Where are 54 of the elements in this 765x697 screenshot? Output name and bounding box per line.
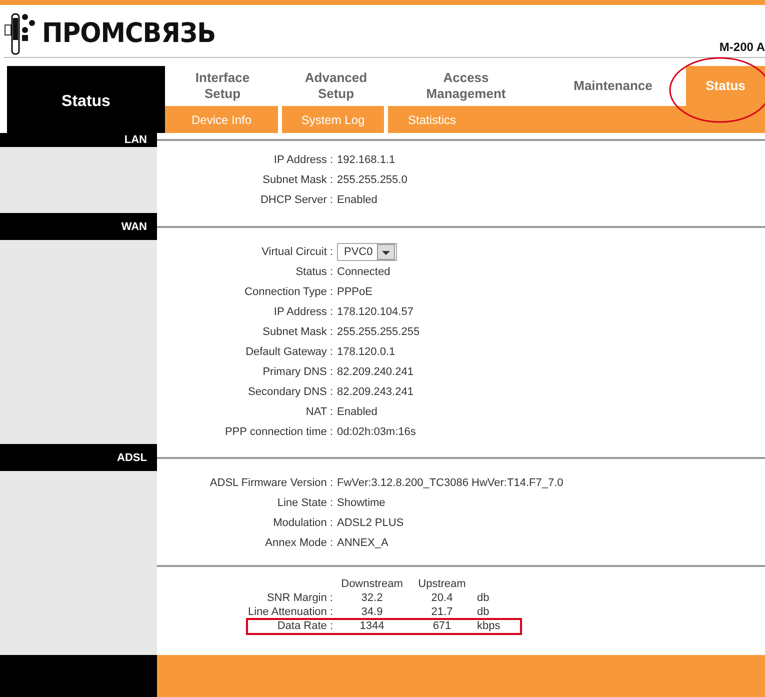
stat-value: 34.9 <box>360 605 384 619</box>
stat-value: 1344 <box>358 619 386 633</box>
field-value: ADSL2 PLUS <box>337 517 404 529</box>
field-label: Primary DNS : <box>262 366 333 378</box>
field-label: Subnet Mask : <box>262 174 333 186</box>
field-label: PPP connection time : <box>224 426 333 438</box>
logo-text: ПРОМСВЯЗЬ <box>42 18 216 48</box>
field-value: Enabled <box>337 194 378 206</box>
stat-value: 21.7 <box>430 605 454 619</box>
field-label: Subnet Mask : <box>262 326 333 338</box>
model-name: M-200 A <box>719 40 765 54</box>
field-value: 178.120.0.1 <box>337 346 396 358</box>
field-value: 0d:02h:03m:16s <box>337 426 416 438</box>
circuit-select[interactable]: PVC0 <box>337 243 397 261</box>
field-label: Default Gateway : <box>246 346 333 358</box>
field-label: Modulation : <box>273 517 333 529</box>
field-label: Secondary DNS : <box>248 386 333 398</box>
field-label: IP Address : <box>274 306 333 318</box>
column-header: Downstream <box>340 577 404 591</box>
stat-value: 32.2 <box>360 591 384 605</box>
field-value: 192.168.1.1 <box>337 154 396 166</box>
stat-unit: db <box>477 591 490 605</box>
field-value: Connected <box>337 266 390 278</box>
field-label: ADSL Firmware Version : <box>210 477 333 489</box>
field-value: 255.255.255.0 <box>337 174 408 186</box>
field-value: 178.120.104.57 <box>337 306 414 318</box>
section-header: ADSL <box>0 444 157 471</box>
field-label: NAT : <box>306 406 333 418</box>
field-value: 82.209.240.241 <box>337 366 414 378</box>
field-label: Annex Mode : <box>265 537 333 549</box>
field-label: Line State : <box>277 497 333 509</box>
field-label: Virtual Circuit : <box>262 246 333 258</box>
section-header: LAN <box>0 133 157 147</box>
stat-label: Line Attenuation : <box>246 605 333 619</box>
stat-value: 671 <box>432 619 452 633</box>
field-value: PPPoE <box>337 286 372 298</box>
stat-unit: db <box>477 605 490 619</box>
field-value: Enabled <box>337 406 378 418</box>
section-header: WAN <box>0 213 157 240</box>
stat-unit: kbps <box>477 619 502 633</box>
stat-label: Data Rate : <box>276 619 333 633</box>
stat-value: 20.4 <box>430 591 454 605</box>
field-label: IP Address : <box>274 154 333 166</box>
field-value: Showtime <box>337 497 386 509</box>
field-label: Connection Type : <box>244 286 333 298</box>
column-header: Upstream <box>417 577 467 591</box>
field-label: Status : <box>296 266 333 278</box>
stat-label: SNR Margin : <box>266 591 333 605</box>
field-value: 82.209.243.241 <box>337 386 414 398</box>
field-label: DHCP Server : <box>260 194 333 206</box>
page-title: Status <box>7 66 165 133</box>
field-value: ANNEX_A <box>337 537 388 549</box>
field-value: FwVer:3.12.8.200_TC3086 HwVer:T14.F7_7.0 <box>337 477 564 489</box>
field-value: 255.255.255.255 <box>337 326 420 338</box>
